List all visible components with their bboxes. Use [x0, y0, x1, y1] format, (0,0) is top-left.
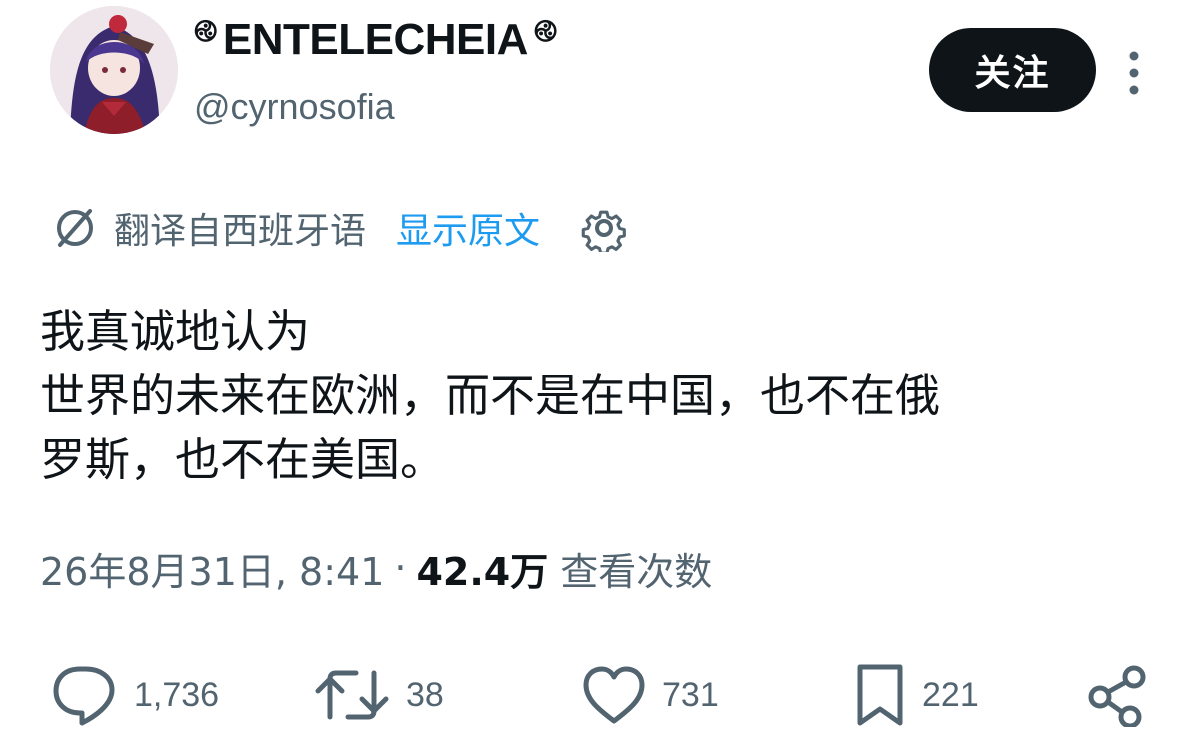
- translation-row: 翻译自西班牙语 显示原文: [52, 200, 628, 256]
- tweet-line: 世界的未来在欧洲，而不是在中国，也不在俄: [40, 369, 941, 422]
- show-original-link[interactable]: 显示原文: [396, 202, 540, 254]
- views-label: 查看次数: [560, 549, 713, 594]
- bookmark-icon: [857, 664, 903, 726]
- tweet-text: 我真诚地认为 世界的未来在欧洲，而不是在中国，也不在俄 罗斯，也不在美国。: [40, 300, 1160, 492]
- timestamp[interactable]: 26年8月31日, 8:41: [40, 541, 384, 596]
- gear-icon[interactable]: [580, 204, 628, 252]
- tweet-line: 罗斯，也不在美国。: [40, 433, 446, 486]
- follow-button[interactable]: 关注: [929, 28, 1096, 112]
- reply-count: 1,736: [134, 675, 220, 714]
- reply-icon: [53, 666, 115, 726]
- tweet-line: 我真诚地认为: [40, 305, 311, 358]
- retweet-icon: [315, 670, 389, 720]
- heart-icon: [583, 666, 645, 724]
- views-count: 42.4万: [416, 549, 549, 594]
- retweet-count: 38: [406, 675, 444, 714]
- like-button[interactable]: 731: [580, 655, 719, 735]
- name-decoration-right: ࿋: [533, 15, 557, 48]
- translation-label: 翻译自西班牙语: [114, 211, 367, 252]
- avatar[interactable]: [50, 6, 178, 134]
- translate-icon: [57, 209, 93, 247]
- more-vertical-icon[interactable]: [1120, 48, 1148, 98]
- display-name[interactable]: ࿋ ENTELECHEIA ࿋: [194, 14, 557, 66]
- display-name-text: ENTELECHEIA: [222, 15, 528, 64]
- user-handle[interactable]: @cyrnosofia: [194, 86, 395, 128]
- avatar-image: [50, 6, 178, 134]
- name-decoration-left: ࿋: [194, 15, 217, 48]
- meta-separator: ·: [394, 546, 407, 590]
- bookmark-count: 221: [922, 675, 979, 714]
- bookmark-button[interactable]: 221: [852, 655, 979, 735]
- action-bar: 1,736 38 731 221: [0, 655, 1199, 735]
- tweet-meta: 26年8月31日, 8:41 · 42.4万 查看次数: [40, 540, 712, 596]
- retweet-button[interactable]: 38: [312, 655, 444, 735]
- share-button[interactable]: [1086, 655, 1150, 735]
- reply-button[interactable]: 1,736: [50, 655, 219, 735]
- share-icon: [1088, 665, 1146, 727]
- like-count: 731: [662, 675, 719, 714]
